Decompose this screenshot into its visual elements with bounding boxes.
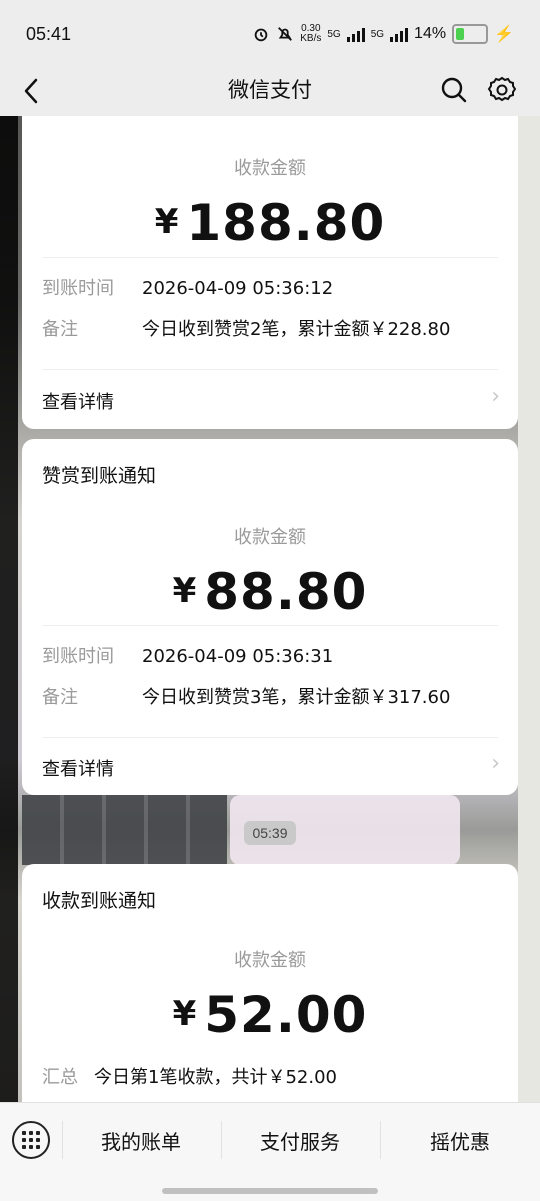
- divider: [42, 257, 498, 258]
- settings-gear-icon[interactable]: [486, 74, 518, 106]
- alarm-icon: [254, 28, 268, 42]
- status-time: 05:41: [26, 24, 72, 44]
- battery-icon: [452, 24, 489, 44]
- view-details-link[interactable]: 查看详情: [42, 388, 498, 414]
- menu-payment-services[interactable]: 支付服务: [221, 1103, 379, 1177]
- payment-card-2: 赞赏到账通知 收款金额 ¥88.80 到账时间 2026-04-09 05:36:…: [22, 439, 518, 795]
- chat-timestamp: 05:39: [244, 821, 296, 845]
- currency-symbol: ¥: [154, 202, 179, 242]
- divider: [42, 737, 498, 738]
- network-5g-label-2: 5G: [370, 28, 385, 40]
- menu-shake-offers[interactable]: 摇优惠: [380, 1103, 540, 1177]
- search-icon[interactable]: [438, 74, 470, 106]
- amount-value: ¥188.80: [22, 194, 518, 252]
- chevron-right-icon: ›: [491, 751, 500, 776]
- bottom-menu-bar: 我的账单 支付服务 摇优惠: [0, 1102, 540, 1201]
- amount-value: ¥52.00: [22, 986, 518, 1044]
- background-stones: [22, 795, 227, 865]
- battery-percent: 14%: [414, 25, 447, 42]
- amount-label: 收款金额: [234, 950, 306, 971]
- view-details-link[interactable]: 查看详情: [42, 755, 498, 781]
- card-title: 赞赏到账通知: [42, 465, 157, 487]
- status-bar: 05:41 0.30 KB/s 5G 5G 14% ⚡: [0, 0, 540, 66]
- payment-card-3: 收款到账通知 收款金额 ¥52.00 汇总 今日第1笔收款，共计￥52.00: [22, 864, 518, 1104]
- currency-symbol: ¥: [172, 994, 197, 1034]
- signal-icon-1: [346, 26, 365, 42]
- charging-icon: ⚡: [494, 26, 514, 43]
- chevron-right-icon: ›: [491, 384, 500, 409]
- status-icons: 0.30 KB/s 5G 5G 14% ⚡: [252, 24, 514, 44]
- currency-symbol: ¥: [172, 571, 197, 611]
- divider: [42, 625, 498, 626]
- signal-icon-2: [390, 26, 409, 42]
- info-row-arrival-time: 到账时间 2026-04-09 05:36:31: [42, 646, 334, 667]
- amount-number: 88.80: [204, 563, 368, 621]
- amount-label: 收款金额: [234, 158, 306, 179]
- info-row-arrival-time: 到账时间 2026-04-09 05:36:12: [42, 278, 334, 299]
- keyboard-icon[interactable]: [12, 1121, 50, 1159]
- payment-card-1: 收款金额 ¥188.80 到账时间 2026-04-09 05:36:12 备注今…: [22, 112, 518, 429]
- network-5g-label-1: 5G: [327, 28, 341, 40]
- network-speed: 0.30 KB/s: [300, 23, 322, 44]
- amount-number: 188.80: [186, 194, 386, 252]
- divider: [42, 369, 498, 370]
- info-row-summary: 汇总 今日第1笔收款，共计￥52.00: [42, 1067, 337, 1088]
- amount-number: 52.00: [204, 986, 368, 1044]
- info-row-remark: 备注 今日收到赞赏3笔，累计金额￥317.60: [42, 687, 451, 708]
- amount-label: 收款金额: [234, 527, 306, 548]
- mute-icon: [278, 27, 293, 41]
- top-navigation-bar: 微信支付: [0, 66, 540, 116]
- info-row-remark: 备注 今日收到赞赏2笔，累计金额￥228.80: [42, 319, 451, 340]
- card-title: 收款到账通知: [42, 890, 157, 912]
- amount-value: ¥88.80: [22, 563, 518, 621]
- home-indicator[interactable]: [162, 1188, 378, 1194]
- menu-my-bills[interactable]: 我的账单: [62, 1103, 220, 1177]
